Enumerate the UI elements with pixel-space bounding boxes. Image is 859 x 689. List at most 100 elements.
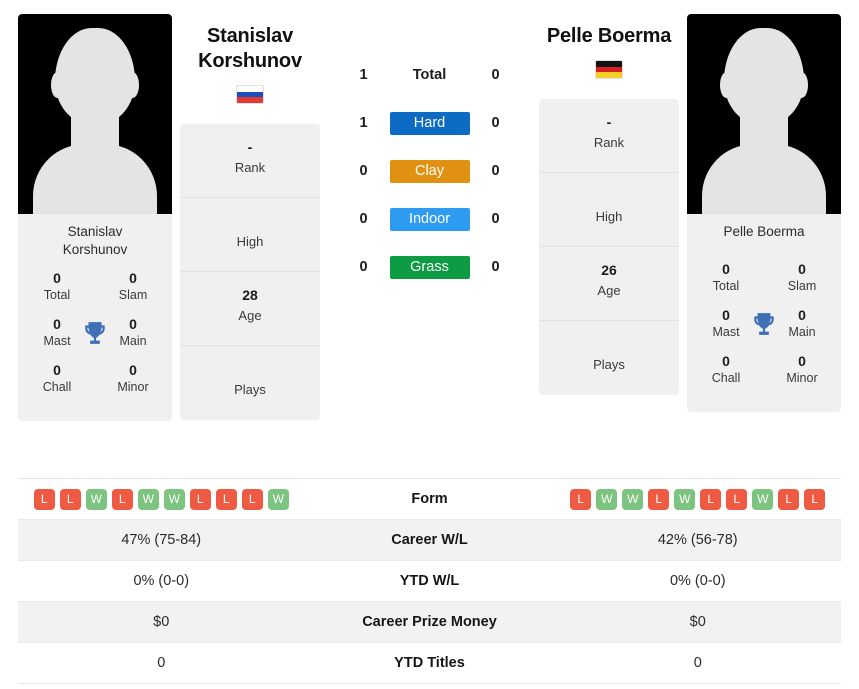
- form-badge-l[interactable]: L: [778, 488, 800, 510]
- form-badge-w[interactable]: W: [267, 488, 289, 510]
- info-age-value-right: 26: [601, 262, 617, 278]
- form-badges-right: LWWLWLLWLL: [555, 488, 842, 510]
- titles-row-chall-minor-left: 0 Chall 0 Minor: [28, 361, 162, 395]
- comparison-value-right-career_prize_money: $0: [689, 614, 706, 630]
- titles-mast-right: 0 Mast: [697, 306, 755, 340]
- titles-slam-left: 0 Slam: [104, 269, 162, 303]
- form-badge-l[interactable]: L: [33, 488, 55, 510]
- h2h-label-indoor: Indoor: [389, 207, 470, 231]
- comparison-row: 0 YTD Titles 0: [18, 643, 841, 684]
- comparison-label: Career W/L: [391, 532, 468, 548]
- player-photo-right: [687, 14, 841, 214]
- form-badge-l[interactable]: L: [700, 488, 722, 510]
- info-row-plays-right: Plays: [539, 321, 679, 395]
- comparison-label: Form: [411, 491, 448, 507]
- info-row-rank-left: - Rank: [180, 124, 320, 198]
- player-photo-caption-right-line1: Pelle Boerma: [723, 224, 805, 239]
- form-badge-w[interactable]: W: [163, 488, 185, 510]
- h2h-comparison-page: Stanislav Korshunov 0 Total 0 Slam 0 Mas…: [0, 0, 859, 689]
- comparison-label: YTD Titles: [394, 655, 465, 671]
- form-badge-l[interactable]: L: [241, 488, 263, 510]
- form-badge-l[interactable]: L: [726, 488, 748, 510]
- info-rank-label-left: Rank: [234, 160, 266, 175]
- h2h-row-indoor: 0 Indoor 0: [328, 207, 531, 231]
- form-strip-right: LWWLWLLWLL: [555, 488, 842, 510]
- info-row-plays-left: Plays: [180, 346, 320, 420]
- titles-row-total-slam-right: 0 Total 0 Slam: [697, 260, 831, 294]
- form-badge-l[interactable]: L: [111, 488, 133, 510]
- h2h-label-total: Total: [412, 67, 447, 83]
- titles-mast-label-right: Mast: [712, 325, 740, 339]
- titles-main-value-left: 0: [129, 316, 137, 332]
- info-rank-label-right: Rank: [593, 135, 625, 150]
- form-badge-l[interactable]: L: [804, 488, 826, 510]
- avatar-ear-right-icon: [795, 72, 808, 98]
- avatar-body-icon: [702, 144, 826, 214]
- form-badge-l[interactable]: L: [648, 488, 670, 510]
- avatar-ear-right-icon: [126, 72, 139, 98]
- form-badge-w[interactable]: W: [674, 488, 696, 510]
- form-badge-l[interactable]: L: [215, 488, 237, 510]
- info-row-high-left: High: [180, 198, 320, 272]
- titles-mast-label-left: Mast: [43, 334, 71, 348]
- h2h-right-score-total: 0: [491, 67, 500, 83]
- h2h-right-score-indoor: 0: [491, 211, 500, 227]
- comparison-row: 0% (0-0) YTD W/L 0% (0-0): [18, 561, 841, 602]
- player-name-left: Stanislav Korshunov: [180, 24, 320, 74]
- h2h-label-clay: Clay: [389, 159, 470, 183]
- titles-row-chall-minor-right: 0 Chall 0 Minor: [697, 352, 831, 386]
- titles-minor-left: 0 Minor: [104, 361, 162, 395]
- titles-total-label-right: Total: [712, 279, 740, 293]
- head-to-head-column: 1 Total 0 1 Hard 0 0 Clay 0 0 Indoor 0 0 Grass 0: [328, 14, 531, 304]
- info-plays-label-left: Plays: [234, 382, 266, 397]
- player-photo-card-right: Pelle Boerma 0 Total 0 Slam 0 Mast 0 Mai…: [687, 14, 841, 412]
- form-badge-l[interactable]: L: [189, 488, 211, 510]
- info-plays-label-right: Plays: [593, 357, 625, 372]
- info-plays-value-left: [186, 359, 314, 380]
- info-row-high-right: High: [539, 173, 679, 247]
- info-plays-value-right: [545, 334, 673, 355]
- player-photo-left: [18, 14, 172, 214]
- form-badge-w[interactable]: W: [752, 488, 774, 510]
- h2h-label-grass: Grass: [389, 255, 470, 279]
- comparison-value-right-ytd_wl: 0% (0-0): [669, 573, 726, 589]
- titles-mast-left: 0 Mast: [28, 315, 86, 349]
- comparison-value-left-ytd_titles: 0: [157, 655, 166, 671]
- titles-main-value-right: 0: [798, 307, 806, 323]
- form-badge-w[interactable]: W: [85, 488, 107, 510]
- titles-chall-label-left: Chall: [42, 380, 72, 394]
- form-badge-w[interactable]: W: [596, 488, 618, 510]
- form-badge-l[interactable]: L: [570, 488, 592, 510]
- player-info-box-left: - Rank High 28 Age Plays: [180, 124, 320, 420]
- titles-slam-value-right: 0: [798, 261, 806, 277]
- titles-slam-label-left: Slam: [118, 288, 148, 302]
- form-badges-left: LLWLWWLLLW: [18, 488, 305, 510]
- titles-total-value-right: 0: [722, 261, 730, 277]
- player-info-column-left: Stanislav Korshunov - Rank High 28 Age P…: [180, 14, 320, 420]
- titles-main-label-left: Main: [119, 334, 147, 348]
- titles-minor-value-left: 0: [129, 362, 137, 378]
- info-age-label-right: Age: [597, 283, 621, 298]
- comparison-label: YTD W/L: [399, 573, 460, 589]
- form-strip-left: LLWLWWLLLW: [18, 488, 305, 510]
- player-info-column-right: Pelle Boerma - Rank High 26 Age Plays: [539, 14, 679, 395]
- titles-mast-value-left: 0: [53, 316, 61, 332]
- player-photo-card-left: Stanislav Korshunov 0 Total 0 Slam 0 Mas…: [18, 14, 172, 421]
- h2h-left-score-grass: 0: [359, 259, 368, 275]
- titles-slam-label-right: Slam: [787, 279, 817, 293]
- form-badge-w[interactable]: W: [622, 488, 644, 510]
- titles-minor-right: 0 Minor: [773, 352, 831, 386]
- avatar-ear-left-icon: [720, 72, 733, 98]
- titles-main-right: 0 Main: [773, 306, 831, 340]
- player-name-left-line2: Korshunov: [198, 50, 302, 72]
- titles-chall-left: 0 Chall: [28, 361, 86, 395]
- player-photo-caption-left-line1: Stanislav: [67, 224, 123, 239]
- player-name-right-line1: Pelle Boerma: [546, 25, 672, 47]
- h2h-right-score-hard: 0: [491, 115, 500, 131]
- titles-mast-value-right: 0: [722, 307, 730, 323]
- form-badge-l[interactable]: L: [59, 488, 81, 510]
- info-row-rank-right: - Rank: [539, 99, 679, 173]
- form-badge-w[interactable]: W: [137, 488, 159, 510]
- player-photo-caption-left: Stanislav Korshunov: [18, 214, 172, 269]
- player-photo-caption-left-line2: Korshunov: [62, 242, 128, 257]
